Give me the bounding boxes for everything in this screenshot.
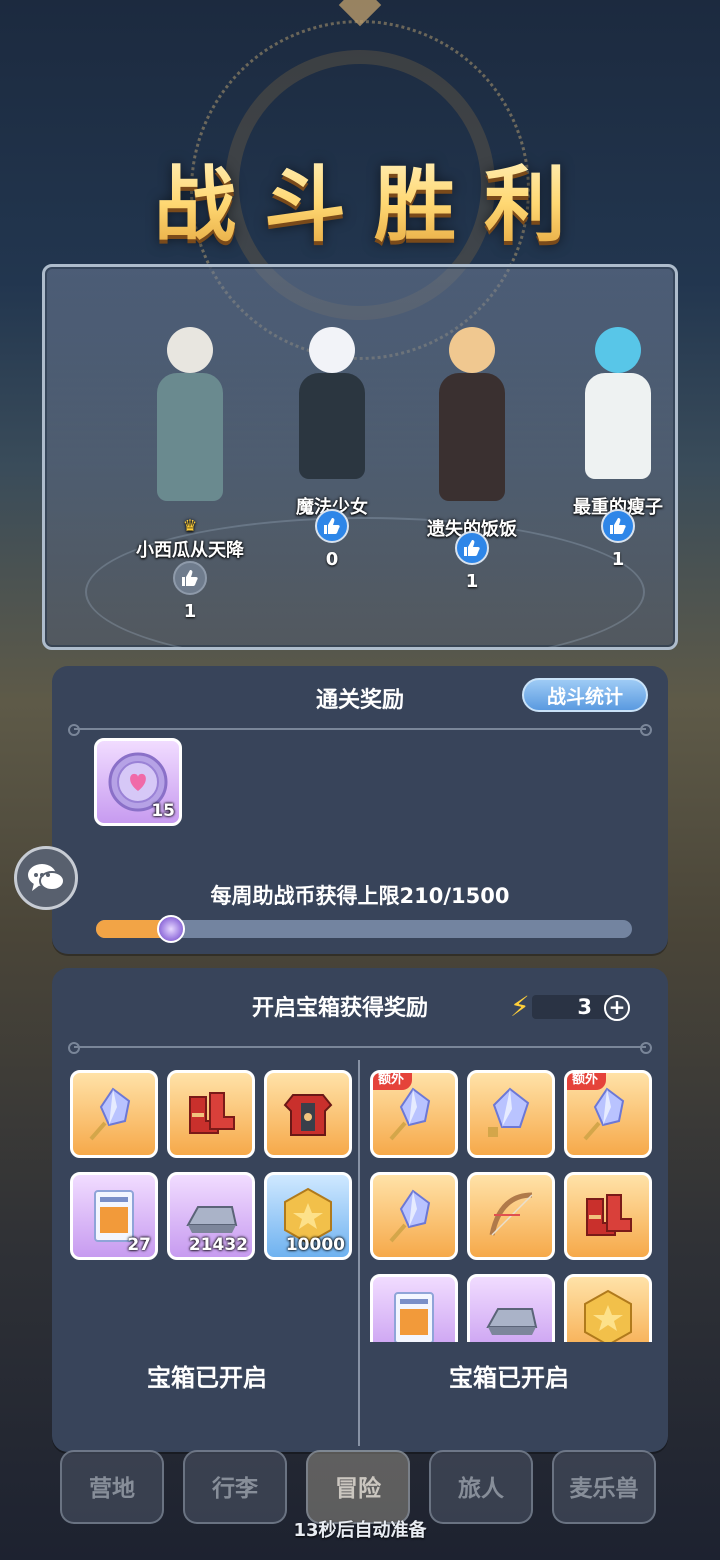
chest-reward-item[interactable]: 额外 <box>564 1070 652 1158</box>
victory-title: 战斗胜利 <box>0 138 720 257</box>
hero-panel: ♛ 小西瓜从天降 1 魔法少女 0 遗失的饭饭 1 最重的瘦子 1 <box>42 264 678 650</box>
crown-icon: ♛ <box>182 516 198 535</box>
item-quantity: 21432 <box>188 1235 248 1255</box>
like-button[interactable] <box>455 531 489 565</box>
hero-head <box>309 327 355 373</box>
thumbs-up-icon <box>182 570 198 586</box>
thumbs-up-icon <box>464 540 480 556</box>
red-boots-icon <box>586 1194 632 1236</box>
chest-reward-item[interactable] <box>370 1274 458 1342</box>
item-quantity: 27 <box>127 1235 151 1255</box>
red-armor-icon <box>283 1094 333 1136</box>
red-boots-icon <box>189 1092 235 1134</box>
weekly-progress-bar <box>96 915 632 943</box>
hero-body <box>439 373 505 501</box>
lightning-icon: ⚡ <box>510 990 530 1023</box>
like-count: 1 <box>611 549 625 570</box>
ticket-icon <box>394 1292 434 1342</box>
hero-slot: 遗失的饭饭 1 <box>397 267 547 647</box>
nav-tab[interactable]: 行李 <box>183 1450 287 1524</box>
chat-bubble-icon <box>28 864 65 891</box>
like-button[interactable] <box>315 509 349 543</box>
nav-tab[interactable]: 营地 <box>60 1450 164 1524</box>
chest-rewards-title: 开启宝箱获得奖励 <box>252 996 429 1021</box>
chest-reward-item[interactable]: 10000 <box>264 1172 352 1260</box>
hero-body <box>585 373 651 479</box>
crystal-sword-icon <box>389 1087 431 1141</box>
hero-head <box>449 327 495 373</box>
crystal-sword-icon <box>389 1189 431 1243</box>
chat-button[interactable] <box>14 846 78 910</box>
chest-rewards-card: 开启宝箱获得奖励 ⚡ 3 + 27 21432 10000 额外 额外 宝箱已开启 宝… <box>52 968 668 1452</box>
hero-head <box>595 327 641 373</box>
bow-icon <box>489 1192 533 1236</box>
hero-figure <box>145 307 235 519</box>
energy-value: 3 <box>577 995 592 1019</box>
hero-name: 最重的瘦子 <box>523 493 675 519</box>
weekly-cap-label: 每周助战币获得上限210/1500 <box>210 884 510 908</box>
left-chest-opened-label: 宝箱已开启 <box>147 1364 267 1392</box>
battle-stats-button[interactable]: 战斗统计 <box>522 678 648 712</box>
nav-tab[interactable]: 麦乐兽 <box>552 1450 656 1524</box>
crystal-sword-icon <box>89 1087 131 1141</box>
like-button[interactable] <box>601 509 635 543</box>
chest-reward-item[interactable] <box>370 1172 458 1260</box>
like-count: 1 <box>183 601 197 622</box>
chest-reward-item[interactable] <box>564 1172 652 1260</box>
auto-ready-countdown: 13秒后自动准备 <box>293 1520 427 1541</box>
hero-head <box>167 327 213 373</box>
chest-reward-item[interactable] <box>467 1070 555 1158</box>
hero-figure <box>427 307 517 519</box>
hero-slot: 魔法少女 0 <box>257 267 407 647</box>
right-chest-items[interactable]: 额外 额外 <box>368 1070 660 1342</box>
item-quantity: 10000 <box>285 1235 345 1255</box>
divider <box>68 1042 652 1054</box>
chest-reward-item[interactable] <box>467 1274 555 1342</box>
hero-body <box>157 373 223 501</box>
hero-body <box>299 373 365 479</box>
reward-item-assist-coin[interactable]: 15 <box>94 738 182 826</box>
gold-coin-icon <box>584 1289 632 1342</box>
add-energy-button[interactable]: + <box>604 995 630 1021</box>
iron-ingot-icon <box>486 1308 538 1335</box>
thumbs-up-icon <box>610 518 626 534</box>
thumbs-up-icon <box>324 518 340 534</box>
hero-figure <box>287 307 377 497</box>
energy-counter: ⚡ 3 + <box>510 990 630 1023</box>
like-count: 0 <box>325 549 339 570</box>
chest-reward-item[interactable] <box>467 1172 555 1260</box>
chest-reward-item[interactable] <box>564 1274 652 1342</box>
left-chest-items[interactable]: 27 21432 10000 <box>68 1070 360 1342</box>
hero-name-text: 小西瓜从天降 <box>136 540 244 561</box>
chest-reward-item[interactable] <box>70 1070 158 1158</box>
chest-reward-item[interactable]: 21432 <box>167 1172 255 1260</box>
chest-reward-item[interactable] <box>167 1070 255 1158</box>
item-quantity: 15 <box>151 801 175 821</box>
crystal-shard-icon <box>488 1087 530 1137</box>
chest-reward-item[interactable]: 27 <box>70 1172 158 1260</box>
nav-tab[interactable]: 旅人 <box>429 1450 533 1524</box>
right-chest-opened-label: 宝箱已开启 <box>449 1364 569 1392</box>
hero-slot: 最重的瘦子 1 <box>543 267 675 647</box>
extra-tag: 额外 <box>567 1073 607 1090</box>
nav-tab[interactable]: 冒险 <box>306 1450 410 1524</box>
divider <box>68 724 652 736</box>
assist-coin-icon <box>157 915 186 943</box>
chest-reward-item[interactable] <box>264 1070 352 1158</box>
like-button[interactable] <box>173 561 207 595</box>
crystal-sword-icon <box>583 1087 625 1141</box>
chest-reward-item[interactable]: 额外 <box>370 1070 458 1158</box>
hero-figure <box>573 307 663 497</box>
hero-slot: ♛ 小西瓜从天降 1 <box>115 267 265 647</box>
extra-tag: 额外 <box>373 1073 413 1090</box>
like-count: 1 <box>465 571 479 592</box>
clear-rewards-card: 通关奖励 战斗统计 15 每周助战币获得上限210/1500 <box>52 666 668 954</box>
